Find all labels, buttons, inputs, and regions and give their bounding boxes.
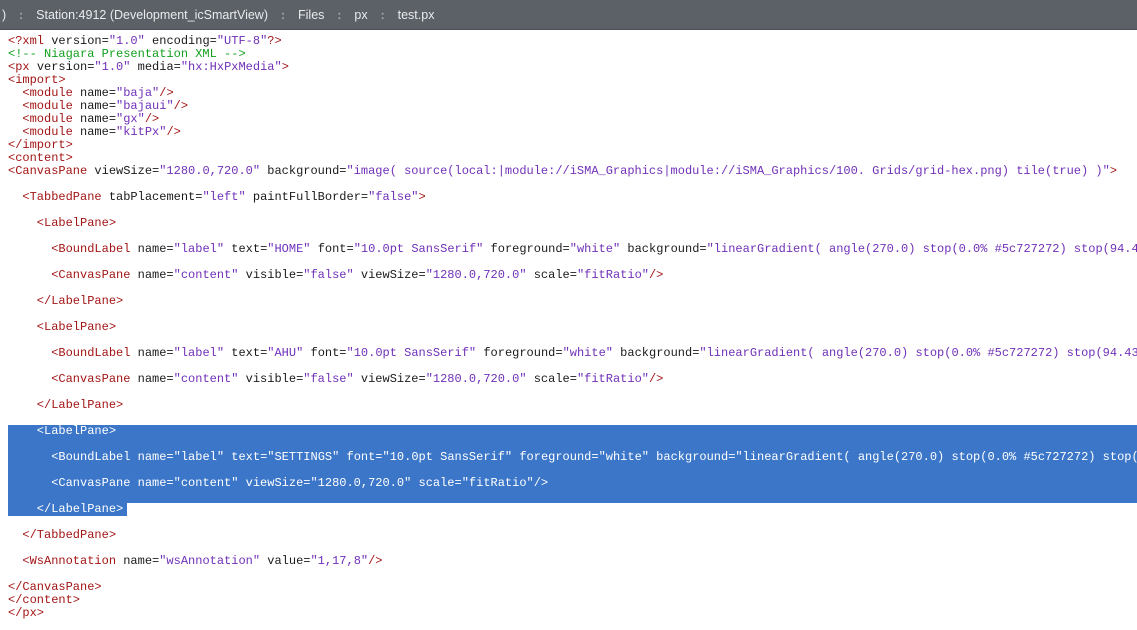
code-line: <TabbedPane tabPlacement="left" paintFul… — [8, 191, 1137, 204]
code-line: </CanvasPane> — [8, 581, 1137, 594]
code-line — [8, 568, 1137, 581]
selection-end: </LabelPane> — [8, 503, 127, 516]
code-line — [8, 178, 1137, 191]
code-line-selected — [8, 490, 1137, 503]
code-line: <BoundLabel name="label" text="AHU" font… — [8, 347, 1137, 360]
code-line-selected — [8, 464, 1137, 477]
code-line: </LabelPane> — [8, 295, 1137, 308]
code-line: <module name="bajaui"/> — [8, 100, 1137, 113]
code-line: <CanvasPane name="content" visible="fals… — [8, 269, 1137, 282]
code-line: <?xml version="1.0" encoding="UTF-8"?> — [8, 35, 1137, 48]
code-line — [8, 204, 1137, 217]
code-line: <module name="kitPx"/> — [8, 126, 1137, 139]
code-line: </LabelPane> — [8, 503, 1137, 516]
code-line — [8, 230, 1137, 243]
breadcrumb-items: : Station:4912 (Development_icSmartView):… — [6, 8, 434, 22]
code-line: </px> — [8, 607, 1137, 620]
code-line: <content> — [8, 152, 1137, 165]
code-line: <import> — [8, 74, 1137, 87]
breadcrumb-separator-icon: : — [337, 8, 341, 22]
breadcrumb-item-3[interactable]: test.px — [398, 8, 435, 22]
code-line: </LabelPane> — [8, 399, 1137, 412]
code-line: <BoundLabel name="label" text="HOME" fon… — [8, 243, 1137, 256]
breadcrumb-separator-icon: : — [281, 8, 285, 22]
code-line — [8, 412, 1137, 425]
code-line: <!-- Niagara Presentation XML --> — [8, 48, 1137, 61]
breadcrumb-separator-icon: : — [381, 8, 385, 22]
code-line — [8, 334, 1137, 347]
code-line: <WsAnnotation name="wsAnnotation" value=… — [8, 555, 1137, 568]
breadcrumb-item-0[interactable]: Station:4912 (Development_icSmartView) — [36, 8, 268, 22]
code-line — [8, 282, 1137, 295]
breadcrumb-item-2[interactable]: px — [354, 8, 367, 22]
code-line: </content> — [8, 594, 1137, 607]
code-line: </import> — [8, 139, 1137, 152]
code-line: <module name="gx"/> — [8, 113, 1137, 126]
breadcrumb: ) :Station:4912 (Development_icSmartView… — [0, 0, 1137, 30]
code-line — [8, 256, 1137, 269]
code-line — [8, 516, 1137, 529]
code-line — [8, 542, 1137, 555]
code-line: <LabelPane> — [8, 217, 1137, 230]
code-line-selected: <LabelPane> — [8, 425, 1137, 438]
code-line: </TabbedPane> — [8, 529, 1137, 542]
breadcrumb-separator-icon: : — [19, 8, 23, 22]
code-line — [8, 386, 1137, 399]
px-source-editor[interactable]: <?xml version="1.0" encoding="UTF-8"?><!… — [0, 30, 1137, 630]
code-line-selected — [8, 438, 1137, 451]
breadcrumb-item-1[interactable]: Files — [298, 8, 324, 22]
code-line: <module name="baja"/> — [8, 87, 1137, 100]
code-line-selected: <CanvasPane name="content" viewSize="128… — [8, 477, 1137, 490]
code-line — [8, 308, 1137, 321]
xml-code: <?xml version="1.0" encoding="UTF-8"?><!… — [8, 35, 1137, 620]
code-line: <LabelPane> — [8, 321, 1137, 334]
code-line — [8, 360, 1137, 373]
code-line: <px version="1.0" media="hx:HxPxMedia"> — [8, 61, 1137, 74]
code-line-selected: <BoundLabel name="label" text="SETTINGS"… — [8, 451, 1137, 464]
code-line: <CanvasPane name="content" visible="fals… — [8, 373, 1137, 386]
code-line: <CanvasPane viewSize="1280.0,720.0" back… — [8, 165, 1137, 178]
